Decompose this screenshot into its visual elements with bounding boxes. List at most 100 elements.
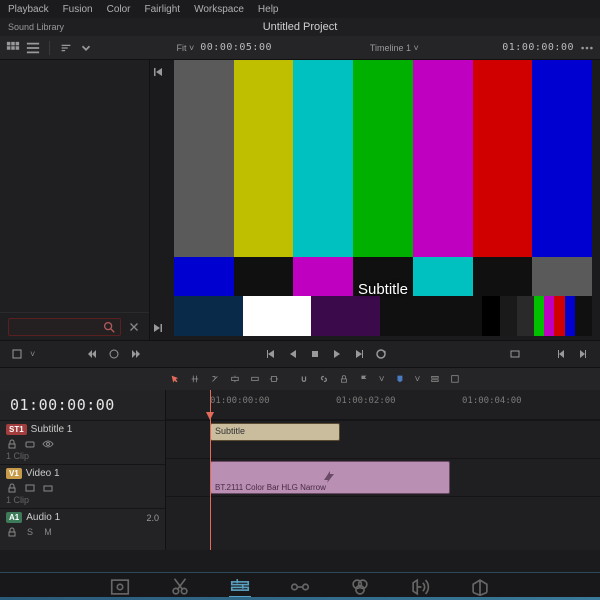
menu-fusion[interactable]: Fusion [63,4,93,15]
viewer-left-controls [150,60,166,340]
viewer-options-icon[interactable] [580,41,594,55]
timeline-panel: 01:00:00:00 ST1 Subtitle 1 1 Clip V1 Vid… [0,390,600,550]
lock-track-icon[interactable] [6,526,18,538]
skip-start-icon[interactable] [152,66,164,78]
title-bar: Sound Library Untitled Project [0,18,600,36]
chevron-down-icon[interactable] [79,41,93,55]
ruler-tick: 01:00:02:00 [336,396,396,406]
menu-help[interactable]: Help [258,4,279,15]
subtitle-lane[interactable]: Subtitle [166,420,600,458]
audio-level: 2.0 [146,513,159,523]
close-search-icon[interactable] [127,320,141,334]
timeline-selector[interactable]: Timeline 1 ˅ [370,43,419,53]
auto-select-icon[interactable] [24,482,36,494]
track-headers: 01:00:00:00 ST1 Subtitle 1 1 Clip V1 Vid… [0,390,166,550]
marker-icon[interactable] [395,373,405,385]
blade-tool-icon[interactable] [210,373,220,385]
timeline-tracks[interactable]: 01:00:00:00 01:00:02:00 01:00:04:00 Subt… [166,390,600,550]
crop-tool-icon[interactable] [8,345,26,363]
video-badge: V1 [6,468,22,479]
subtitle-clip-count: 1 Clip [6,451,159,461]
main-menu-bar: Playback Fusion Color Fairlight Workspac… [0,0,600,18]
menu-workspace[interactable]: Workspace [194,4,244,15]
search-row [0,312,149,340]
link-icon[interactable] [319,373,329,385]
audio-badge: A1 [6,512,22,523]
eye-icon[interactable] [42,438,54,450]
fairlight-page-icon[interactable] [409,576,431,598]
subtitle-overlay: Subtitle [358,281,408,298]
video-clip-count: 1 Clip [6,495,159,505]
skip-end-icon[interactable] [152,322,164,334]
subtitle-track-name: Subtitle 1 [31,424,73,435]
search-input[interactable] [8,318,121,336]
menu-fairlight[interactable]: Fairlight [145,4,181,15]
grid-view-icon[interactable] [6,41,20,55]
page-navigation [0,572,600,600]
solo-icon[interactable]: S [24,526,36,538]
lock-icon[interactable] [339,373,349,385]
viewer-canvas[interactable]: Subtitle [174,60,592,336]
insert-tool-icon[interactable] [230,373,240,385]
trim-tool-icon[interactable] [190,373,200,385]
timeline-view-1-icon[interactable] [430,373,440,385]
main-row: Subtitle [0,60,600,340]
mark-out-icon[interactable] [574,345,592,363]
subtitle-badge: ST1 [6,424,27,435]
media-pool-panel [0,60,150,340]
video-clip[interactable]: BT.2111 Color Bar HLG Narrow [210,461,450,494]
separator [49,41,50,55]
prev-edit-icon[interactable] [83,345,101,363]
cut-page-icon[interactable] [169,576,191,598]
sort-icon[interactable] [59,41,73,55]
time-ruler[interactable]: 01:00:00:00 01:00:02:00 01:00:04:00 [166,390,600,420]
go-first-icon[interactable] [262,345,280,363]
play-icon[interactable] [328,345,346,363]
ruler-tick: 01:00:04:00 [462,396,522,406]
timeline-view-2-icon[interactable] [450,373,460,385]
sound-library-button[interactable]: Sound Library [8,22,64,32]
selection-tool-icon[interactable] [170,373,180,385]
playhead-handle[interactable] [206,412,214,420]
audio-lane[interactable] [166,496,600,522]
edit-page-icon[interactable] [229,576,251,598]
viewer-panel: Subtitle [150,60,600,340]
search-icon [102,320,116,334]
stop-button-icon[interactable] [306,345,324,363]
video-track-name: Video 1 [26,468,60,479]
audio-track-header[interactable]: A1 Audio 1 2.0 S M [0,508,165,541]
subtitle-track-header[interactable]: ST1 Subtitle 1 1 Clip [0,420,165,464]
snap-icon[interactable] [299,373,309,385]
list-view-icon[interactable] [26,41,40,55]
transport-bar: ˅ [0,340,600,368]
stop-icon[interactable] [105,345,123,363]
flag-icon[interactable] [359,373,369,385]
video-lane[interactable]: BT.2111 Color Bar HLG Narrow [166,458,600,496]
lock-track-icon[interactable] [6,438,18,450]
loop-icon[interactable] [372,345,390,363]
mark-in-icon[interactable] [552,345,570,363]
fusion-page-icon[interactable] [289,576,311,598]
audio-track-name: Audio 1 [26,512,60,523]
enable-subtitle-icon[interactable] [24,438,36,450]
subtitle-clip-label: Subtitle [215,426,245,436]
next-edit-icon[interactable] [127,345,145,363]
video-track-header[interactable]: V1 Video 1 1 Clip [0,464,165,508]
disable-video-icon[interactable] [42,482,54,494]
subtitle-clip[interactable]: Subtitle [210,423,340,441]
menu-playback[interactable]: Playback [8,4,49,15]
go-last-icon[interactable] [350,345,368,363]
play-reverse-icon[interactable] [284,345,302,363]
mute-icon[interactable]: M [42,526,54,538]
match-frame-icon[interactable] [506,345,524,363]
lock-track-icon[interactable] [6,482,18,494]
color-page-icon[interactable] [349,576,371,598]
replace-tool-icon[interactable] [269,373,279,385]
deliver-page-icon[interactable] [469,576,491,598]
fit-dropdown[interactable]: Fit ˅ [177,43,195,53]
overwrite-tool-icon[interactable] [250,373,260,385]
timeline-timecode[interactable]: 01:00:00:00 [0,390,165,420]
menu-color[interactable]: Color [107,4,131,15]
record-timecode: 01:00:00:00 [502,42,574,53]
media-page-icon[interactable] [109,576,131,598]
